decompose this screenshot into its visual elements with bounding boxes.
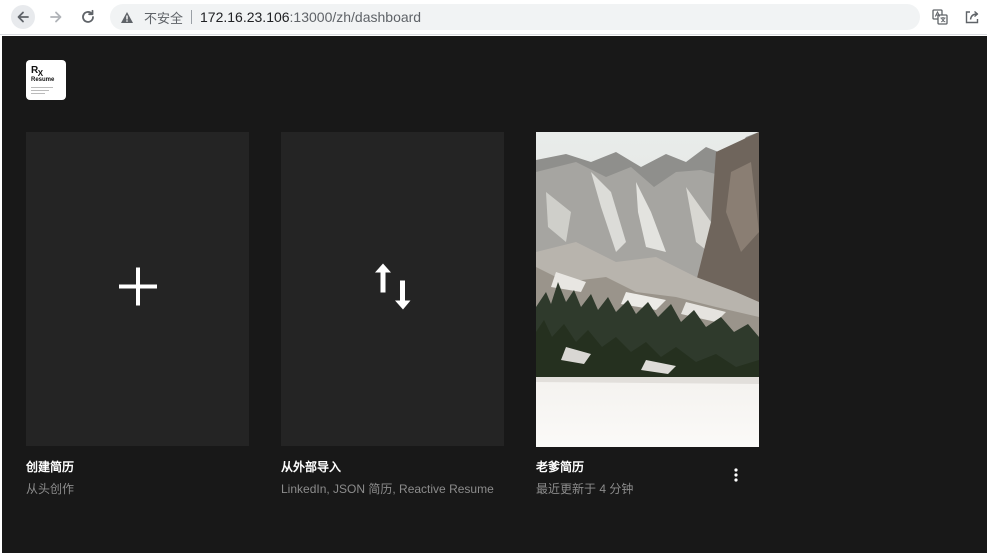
- reload-button[interactable]: [76, 5, 100, 29]
- insecure-label[interactable]: 不安全: [144, 8, 183, 27]
- resume-title[interactable]: 老爹简历: [536, 458, 584, 475]
- resume-updated-time: 最近更新于 4 分钟: [536, 482, 634, 496]
- arrow-right-icon: [50, 11, 62, 23]
- plus-icon: [118, 267, 158, 312]
- logo-word: Resume: [31, 77, 55, 83]
- share-icon[interactable]: [963, 8, 981, 26]
- dashboard: RX Resume 创建简历 从头创作 从外部导入 LinkedIn, JSON…: [2, 36, 987, 553]
- more-options-button[interactable]: [728, 466, 744, 484]
- create-resume-card[interactable]: [26, 132, 249, 446]
- import-resume-card[interactable]: [281, 132, 504, 446]
- mountain-thumbnail: [536, 132, 759, 447]
- resume-card-dad[interactable]: [536, 132, 759, 447]
- back-button[interactable]: [11, 5, 35, 29]
- forward-button[interactable]: [44, 5, 68, 29]
- arrow-left-icon: [17, 11, 29, 23]
- import-resume-title[interactable]: 从外部导入: [281, 458, 341, 475]
- arrows-up-down-icon: [373, 262, 413, 317]
- create-resume-subtitle: 从头创作: [26, 482, 75, 496]
- address-bar[interactable]: 不安全 172.16.23.106:13000/zh/dashboard: [110, 4, 920, 30]
- translate-icon[interactable]: [931, 8, 949, 26]
- browser-toolbar: 不安全 172.16.23.106:13000/zh/dashboard: [0, 0, 987, 35]
- logo-line: [31, 93, 45, 94]
- app-logo[interactable]: RX Resume: [26, 60, 66, 100]
- logo-line: [31, 87, 53, 88]
- url-path: :13000/zh/dashboard: [289, 9, 422, 25]
- create-resume-title[interactable]: 创建简历: [26, 458, 74, 475]
- logo-line: [31, 90, 49, 91]
- address-divider: [191, 10, 193, 24]
- reload-icon: [82, 9, 94, 23]
- warning-icon[interactable]: [120, 9, 136, 25]
- url-host: 172.16.23.106: [200, 9, 290, 25]
- more-vertical-icon: [734, 468, 738, 482]
- import-resume-subtitle: LinkedIn, JSON 简历, Reactive Resume: [281, 482, 494, 496]
